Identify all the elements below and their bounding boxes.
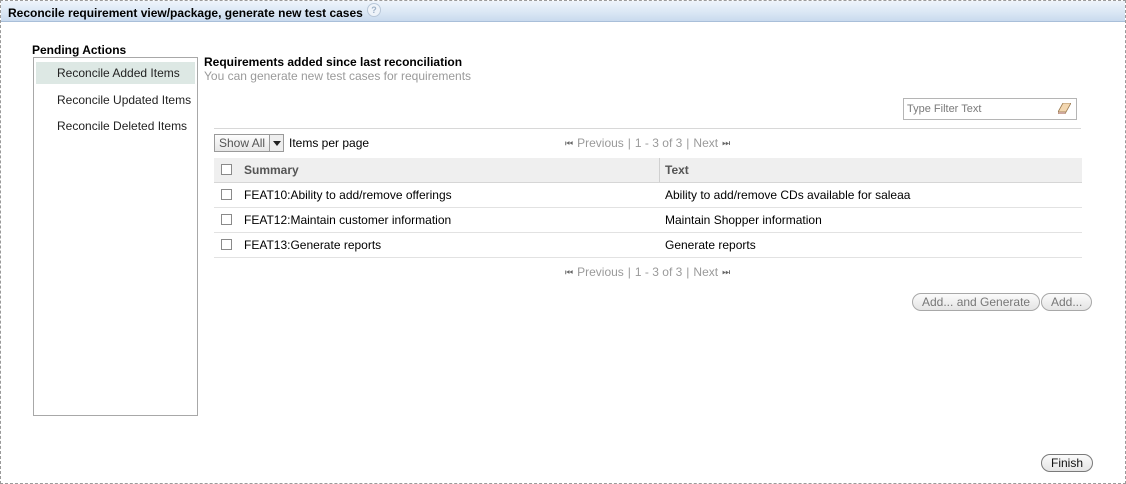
row-summary: FEAT12:Maintain customer information: [244, 213, 452, 227]
reconcile-dialog: Reconcile requirement view/package, gene…: [0, 0, 1126, 484]
filter-input[interactable]: [907, 101, 1057, 117]
first-page-icon[interactable]: ⏮: [565, 138, 573, 149]
nav-reconcile-added[interactable]: Reconcile Added Items: [36, 62, 195, 84]
table-row[interactable]: FEAT10:Ability to add/remove offerings A…: [214, 183, 1082, 208]
row-checkbox[interactable]: [221, 239, 232, 250]
pager-top: Show All Items per page ⏮ Previous | 1 -…: [214, 128, 1081, 157]
finish-button[interactable]: Finish: [1041, 454, 1094, 472]
content-subtitle: You can generate new test cases for requ…: [204, 69, 472, 83]
items-per-page-select[interactable]: Show All: [214, 134, 285, 152]
chevron-down-icon[interactable]: [269, 135, 284, 151]
items-per-page-label: Items per page: [289, 136, 370, 150]
eraser-icon[interactable]: [1058, 103, 1071, 114]
page-range: 1 - 3 of 3: [634, 265, 683, 279]
page-range: 1 - 3 of 3: [634, 136, 683, 150]
dialog-titlebar: Reconcile requirement view/package, gene…: [1, 1, 1125, 22]
first-page-icon[interactable]: ⏮: [565, 267, 573, 278]
nav-reconcile-updated[interactable]: Reconcile Updated Items: [36, 89, 195, 111]
table-header: Summary Text: [214, 158, 1082, 183]
next-link[interactable]: Next: [693, 265, 718, 279]
row-checkbox[interactable]: [221, 214, 232, 225]
add-button[interactable]: Add...: [1041, 293, 1093, 311]
row-summary: FEAT13:Generate reports: [244, 238, 382, 252]
row-text: Maintain Shopper information: [665, 213, 822, 227]
next-link[interactable]: Next: [693, 136, 718, 150]
row-summary: FEAT10:Ability to add/remove offerings: [244, 188, 452, 202]
column-header-summary[interactable]: Summary: [244, 163, 299, 177]
dialog-title: Reconcile requirement view/package, gene…: [8, 6, 363, 20]
pagination-top: ⏮ Previous | 1 - 3 of 3 | Next ⏭: [565, 136, 731, 150]
last-page-icon[interactable]: ⏭: [722, 138, 730, 149]
filter-box: [903, 98, 1077, 120]
previous-link[interactable]: Previous: [577, 136, 624, 150]
row-checkbox[interactable]: [221, 189, 232, 200]
items-per-page-value: Show All: [219, 136, 266, 150]
row-text: Ability to add/remove CDs available for …: [665, 188, 911, 202]
select-all-checkbox[interactable]: [221, 164, 232, 175]
pending-actions-panel: Reconcile Added Items Reconcile Updated …: [33, 57, 198, 416]
last-page-icon[interactable]: ⏭: [722, 267, 730, 278]
column-header-text[interactable]: Text: [665, 163, 689, 177]
previous-link[interactable]: Previous: [577, 265, 624, 279]
requirements-table: Summary Text FEAT10:Ability to add/remov…: [214, 158, 1082, 258]
table-row[interactable]: FEAT13:Generate reports Generate reports: [214, 233, 1082, 258]
pagination-bottom: ⏮ Previous | 1 - 3 of 3 | Next ⏭: [565, 265, 731, 279]
add-and-generate-button[interactable]: Add... and Generate: [912, 293, 1041, 311]
row-text: Generate reports: [665, 238, 756, 252]
help-icon[interactable]: ?: [367, 3, 381, 17]
nav-reconcile-deleted[interactable]: Reconcile Deleted Items: [36, 115, 195, 137]
table-row[interactable]: FEAT12:Maintain customer information Mai…: [214, 208, 1082, 233]
content-title: Requirements added since last reconcilia…: [204, 55, 463, 69]
pending-actions-title: Pending Actions: [32, 43, 127, 57]
